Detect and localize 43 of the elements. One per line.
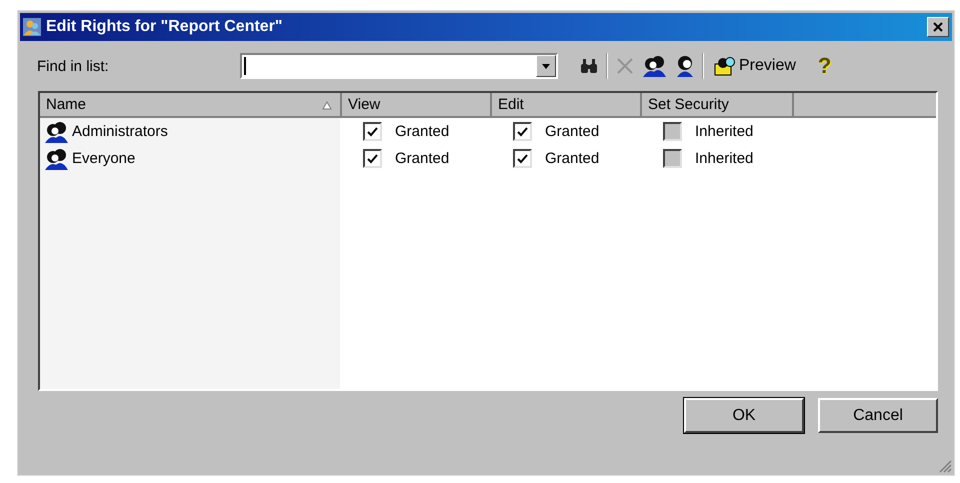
resize-grip-icon (938, 459, 952, 473)
help-button[interactable]: ? (818, 53, 832, 79)
users-icon (23, 18, 41, 36)
group-icon (44, 148, 70, 170)
column-header[interactable]: Edit (492, 93, 642, 118)
caret-icon (542, 64, 550, 68)
group-icon (642, 55, 668, 77)
checkmark-icon (367, 154, 378, 164)
permission-label: Inherited (695, 123, 754, 140)
group-icon (44, 120, 70, 142)
checkbox[interactable] (363, 122, 382, 141)
column-header[interactable]: Name (40, 93, 342, 118)
dialog-button[interactable]: Cancel (818, 398, 938, 433)
close-button[interactable] (927, 17, 949, 37)
user-icon (676, 55, 694, 77)
principal-name[interactable]: Administrators (40, 120, 346, 142)
column-header[interactable]: View (342, 93, 492, 118)
cross-icon (616, 57, 634, 75)
find-label: Find in list: (37, 58, 110, 74)
window-title: Edit Rights for "Report Center" (46, 18, 284, 36)
permission-label: Granted (545, 123, 600, 140)
checkmark-icon (367, 126, 378, 136)
checkbox[interactable] (363, 149, 382, 168)
checkbox[interactable] (513, 149, 532, 168)
close-icon (933, 22, 943, 32)
preview-icon (714, 56, 736, 76)
checkbox[interactable] (513, 122, 532, 141)
add-group-button[interactable] (642, 55, 668, 77)
column-header[interactable]: Set Security (642, 93, 794, 118)
checkmark-icon (517, 126, 528, 136)
find-combo-box[interactable] (240, 53, 558, 79)
dropdown-button[interactable] (536, 55, 556, 77)
permission-label: Inherited (695, 150, 754, 167)
find-button[interactable] (580, 58, 598, 74)
preview-button[interactable]: Preview (714, 56, 796, 76)
checkmark-icon (517, 154, 528, 164)
binoculars-icon (580, 58, 598, 74)
principal-name[interactable]: Everyone (40, 148, 346, 170)
permission-label: Granted (545, 150, 600, 167)
dialog-button[interactable]: OK (684, 398, 804, 433)
permission-label: Granted (395, 123, 450, 140)
add-user-button[interactable] (676, 55, 694, 77)
permission-label: Granted (395, 150, 450, 167)
